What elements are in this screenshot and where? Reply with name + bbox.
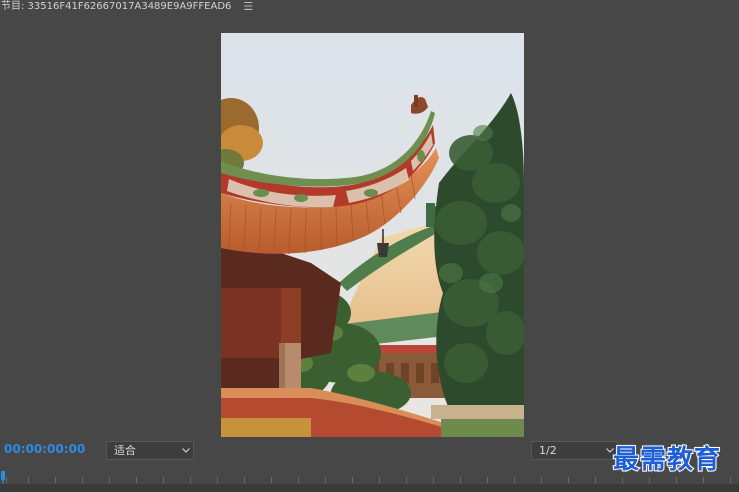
playhead-marker-icon[interactable] bbox=[0, 471, 8, 485]
resolution-select-value: 1/2 bbox=[539, 444, 557, 457]
timeline-ticks bbox=[6, 477, 731, 483]
chevron-down-icon bbox=[179, 442, 193, 459]
monitor-header: 节目: 33516F41F62667017A3489E9A9FFEAD6 ☰ bbox=[0, 0, 739, 14]
resolution-select[interactable]: 1/2 bbox=[531, 441, 618, 460]
program-preview-image bbox=[221, 33, 524, 437]
temple-roof-photo bbox=[221, 33, 524, 437]
program-monitor: 节目: 33516F41F62667017A3489E9A9FFEAD6 ☰ 0… bbox=[0, 0, 739, 492]
playhead-timecode[interactable]: 00:00:00:00 bbox=[4, 442, 85, 456]
fit-select[interactable]: 适合 bbox=[106, 441, 194, 460]
fit-select-value: 适合 bbox=[114, 444, 136, 457]
hamburger-menu-icon[interactable]: ☰ bbox=[243, 0, 253, 14]
timeline-track[interactable] bbox=[0, 484, 739, 492]
timeline-ruler[interactable] bbox=[0, 467, 739, 492]
program-title: 节目: 33516F41F62667017A3489E9A9FFEAD6 bbox=[1, 1, 232, 12]
